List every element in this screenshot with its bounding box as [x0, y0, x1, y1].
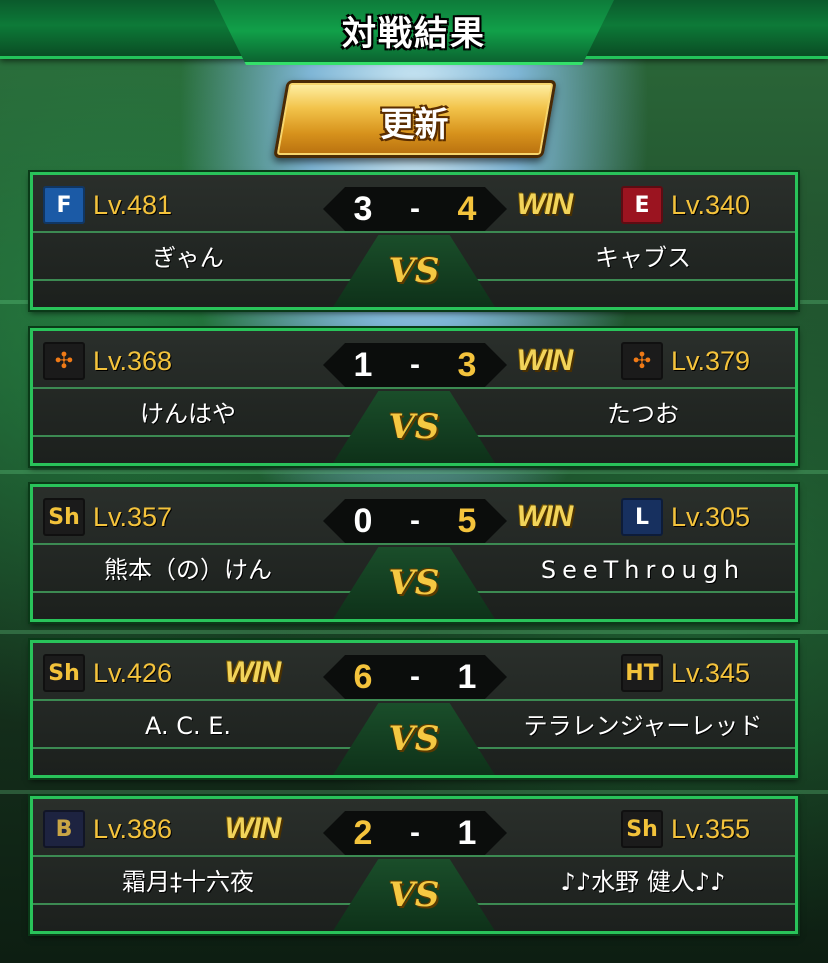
right-team-level: Lv.305 — [671, 501, 751, 532]
f-hexagon-logo-icon: F — [43, 186, 85, 224]
score-dash: - — [410, 660, 420, 693]
left-team-level: Lv.357 — [93, 501, 173, 532]
vs-label: VS — [388, 719, 440, 759]
score-box: 6 - 1 — [323, 655, 507, 699]
row-divider — [33, 231, 795, 233]
left-team-header: ✣ Lv.368 — [43, 341, 172, 381]
left-team-level: Lv.386 — [93, 813, 173, 844]
vs-plate: VS — [333, 547, 495, 619]
left-score: 3 — [353, 190, 373, 228]
win-badge-left: WIN — [225, 656, 281, 689]
left-player-name: けんはや — [140, 400, 236, 428]
right-score: 3 — [457, 346, 477, 384]
right-team-level: Lv.355 — [671, 813, 751, 844]
match-card[interactable]: Sh Lv.357 L Lv.305 WIN 0 - 5 VS 熊本（の）けん … — [30, 484, 798, 622]
left-team-level: Lv.481 — [93, 189, 173, 220]
row-divider — [33, 387, 795, 389]
row-divider — [33, 699, 795, 701]
right-player-name: ♪♪水野 健人♪♪ — [560, 868, 726, 896]
vs-label: VS — [388, 563, 440, 603]
right-player-name: SeeThrough — [540, 556, 746, 584]
left-team-level: Lv.426 — [93, 657, 173, 688]
score-box: 2 - 1 — [323, 811, 507, 855]
right-player-name: テラレンジャーレッド — [523, 712, 763, 740]
right-team-header: ✣ Lv.379 — [621, 341, 750, 381]
right-team-header: E Lv.340 — [621, 185, 750, 225]
vs-plate: VS — [333, 391, 495, 463]
ht-logo-icon: HT — [621, 654, 663, 692]
page-title: 対戦結果 — [342, 14, 486, 54]
left-team-header: F Lv.481 — [43, 185, 172, 225]
match-card[interactable]: B Lv.386 Sh Lv.355 WIN 2 - 1 VS 霜月‡十六夜 ♪… — [30, 796, 798, 934]
vs-plate: VS — [333, 235, 495, 307]
left-team-level: Lv.368 — [93, 345, 173, 376]
right-team-header: Sh Lv.355 — [621, 809, 750, 849]
right-team-level: Lv.345 — [671, 657, 751, 688]
l-logo-icon: L — [621, 498, 663, 536]
b-logo-icon: B — [43, 810, 85, 848]
score-dash: - — [410, 348, 420, 381]
sh-logo-icon: Sh — [43, 654, 85, 692]
refresh-button-label: 更新 — [380, 105, 449, 145]
left-player-name: A. C. E. — [144, 712, 232, 740]
vs-label: VS — [388, 875, 440, 915]
score-dash: - — [410, 192, 420, 225]
right-score: 5 — [457, 502, 477, 540]
refresh-button[interactable]: 更新 — [273, 80, 557, 158]
right-score: 1 — [457, 658, 477, 696]
win-badge-right: WIN — [517, 500, 573, 533]
right-player-name: たつお — [607, 400, 679, 428]
left-player-name: ぎゃん — [152, 244, 224, 272]
left-score: 6 — [353, 658, 373, 696]
match-card[interactable]: ✣ Lv.368 ✣ Lv.379 WIN 1 - 3 VS けんはや たつお — [30, 328, 798, 466]
match-card[interactable]: Sh Lv.426 HT Lv.345 WIN 6 - 1 VS A. C. E… — [30, 640, 798, 778]
left-score: 0 — [353, 502, 373, 540]
score-dash: - — [410, 816, 420, 849]
left-player-name: 熊本（の）けん — [104, 556, 272, 584]
vs-label: VS — [388, 407, 440, 447]
yg-orange-logo-icon: ✣ — [621, 342, 663, 380]
left-team-header: B Lv.386 — [43, 809, 172, 849]
left-score: 2 — [353, 814, 373, 852]
right-team-header: L Lv.305 — [621, 497, 750, 537]
right-team-level: Lv.340 — [671, 189, 751, 220]
sh-logo-icon: Sh — [43, 498, 85, 536]
left-score: 1 — [353, 346, 373, 384]
vs-label: VS — [388, 251, 440, 291]
win-badge-left: WIN — [225, 812, 281, 845]
score-box: 3 - 4 — [323, 187, 507, 231]
win-badge-right: WIN — [517, 188, 573, 221]
right-score: 4 — [457, 190, 477, 228]
score-box: 0 - 5 — [323, 499, 507, 543]
vs-plate: VS — [333, 703, 495, 775]
yg-orange-logo-icon: ✣ — [43, 342, 85, 380]
right-team-level: Lv.379 — [671, 345, 751, 376]
right-team-header: HT Lv.345 — [621, 653, 750, 693]
sh-logo-icon: Sh — [621, 810, 663, 848]
row-divider — [33, 543, 795, 545]
left-player-name: 霜月‡十六夜 — [122, 868, 254, 896]
score-dash: - — [410, 504, 420, 537]
win-badge-right: WIN — [517, 344, 573, 377]
match-card[interactable]: F Lv.481 E Lv.340 WIN 3 - 4 VS ぎゃん キャブス — [30, 172, 798, 310]
left-team-header: Sh Lv.357 — [43, 497, 172, 537]
vs-plate: VS — [333, 859, 495, 931]
left-team-header: Sh Lv.426 — [43, 653, 172, 693]
row-divider — [33, 855, 795, 857]
eagle-e-logo-icon: E — [621, 186, 663, 224]
score-box: 1 - 3 — [323, 343, 507, 387]
right-player-name: キャブス — [595, 244, 691, 272]
right-score: 1 — [457, 814, 477, 852]
